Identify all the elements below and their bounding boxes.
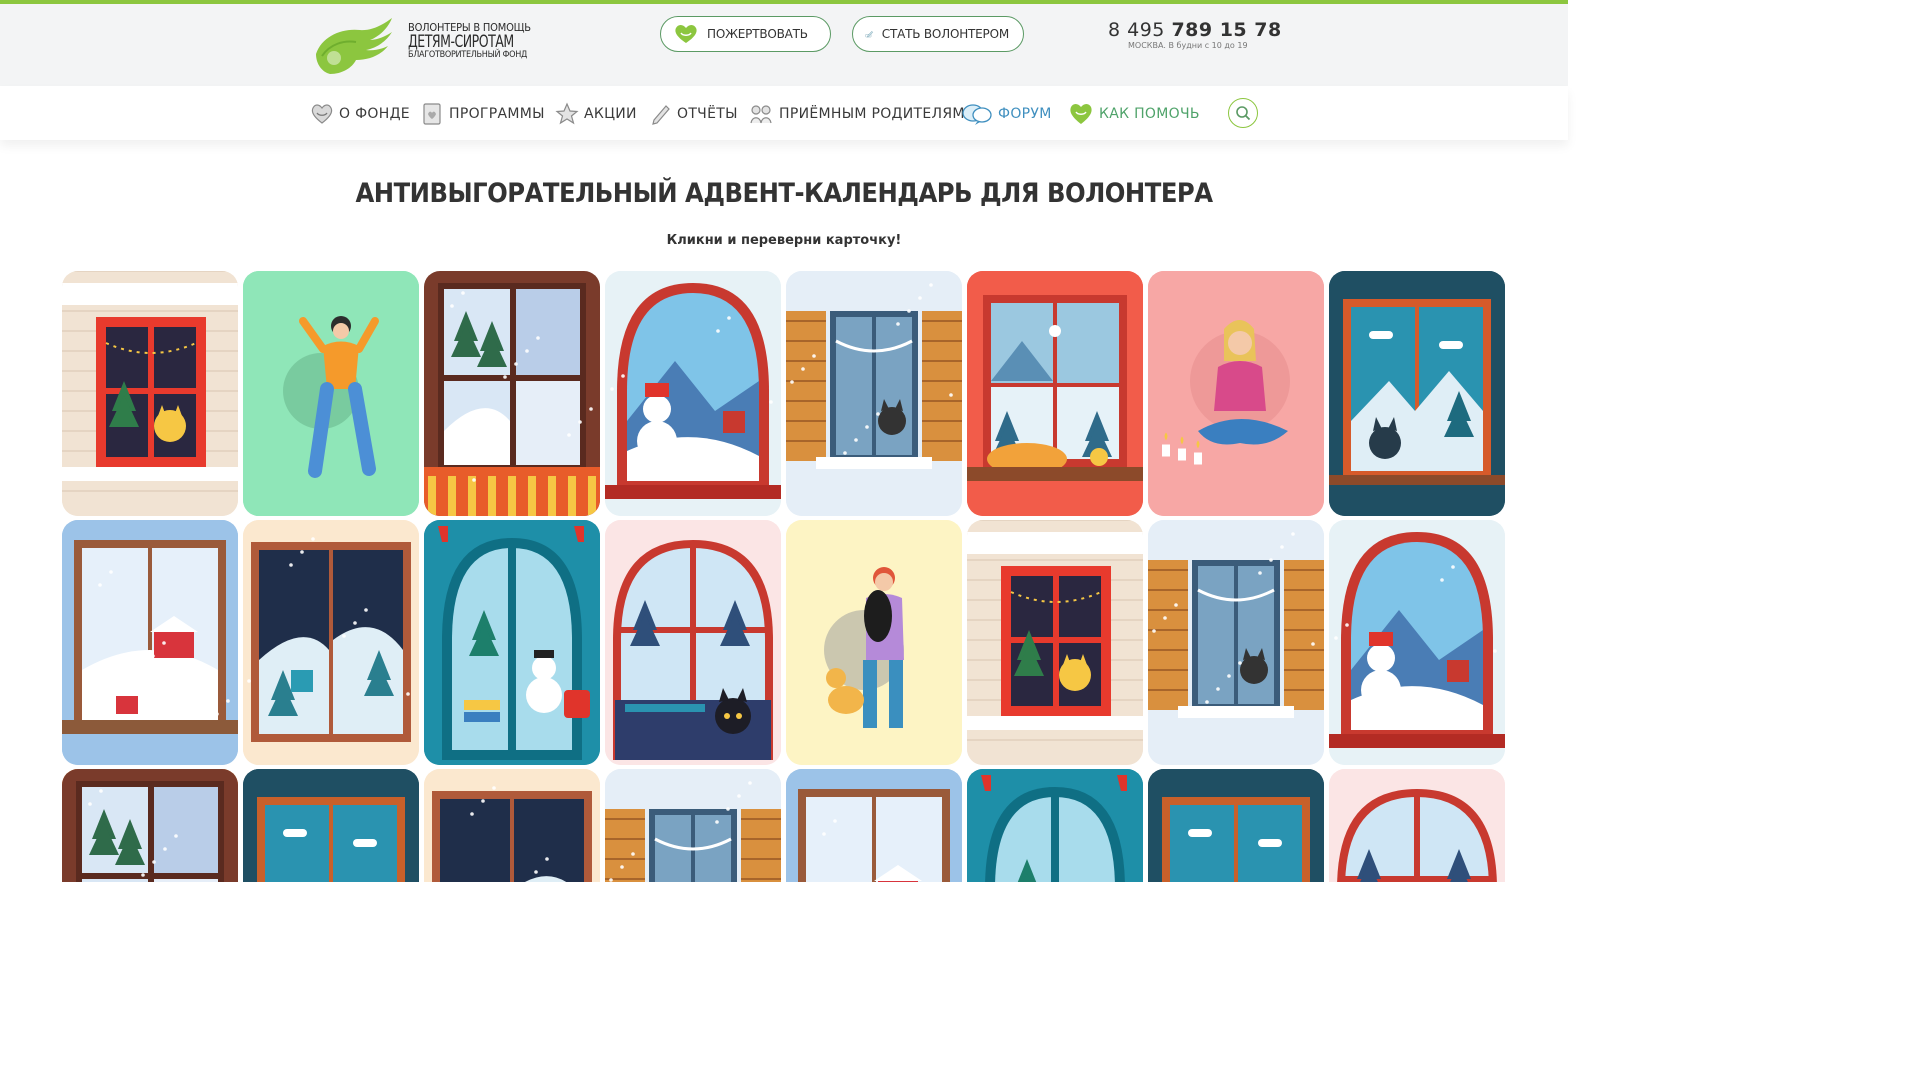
advent-card[interactable] [786, 271, 962, 516]
advent-card[interactable] [786, 520, 962, 765]
family-icon [750, 105, 772, 124]
nav-label: АКЦИИ [584, 106, 637, 122]
nav-label: ФОРУМ [998, 106, 1052, 122]
advent-card-illustration [605, 769, 781, 882]
phone-main: 789 15 78 [1171, 19, 1282, 41]
nav-label: ПРОГРАММЫ [449, 106, 545, 122]
donate-button[interactable]: ПОЖЕРТВОВАТЬ [660, 16, 831, 52]
heart-hands-icon [675, 25, 697, 43]
advent-card[interactable] [967, 271, 1143, 516]
advent-card[interactable] [786, 769, 962, 882]
site-header: ВОЛОНТЕРЫ В ПОМОЩЬ ДЕТЯМ-СИРОТАМ БЛАГОТВ… [0, 4, 1568, 86]
advent-card[interactable] [1148, 520, 1324, 765]
advent-card[interactable] [243, 520, 419, 765]
advent-card[interactable] [605, 520, 781, 765]
advent-card-illustration [243, 769, 419, 882]
chat-bubbles-icon [962, 104, 992, 125]
advent-card[interactable] [1329, 769, 1505, 882]
donate-label: ПОЖЕРТВОВАТЬ [707, 27, 808, 41]
advent-card-illustration [1329, 271, 1505, 516]
advent-card-illustration [424, 520, 600, 765]
advent-card[interactable] [424, 271, 600, 516]
advent-card-illustration [243, 271, 419, 516]
hands-logo-icon [316, 18, 392, 74]
pencil-icon [652, 105, 670, 125]
advent-card[interactable] [424, 769, 600, 882]
nav-label: ОТЧЁТЫ [677, 106, 738, 122]
logo-text: ВОЛОНТЕРЫ В ПОМОЩЬ ДЕТЯМ-СИРОТАМ БЛАГОТВ… [408, 22, 537, 61]
advent-card-illustration [967, 769, 1143, 882]
advent-card-illustration [786, 769, 962, 882]
advent-card-illustration [1148, 271, 1324, 516]
advent-calendar-grid [62, 271, 1508, 882]
heart-hands-icon [1070, 104, 1092, 124]
nav-label: ПРИЁМНЫМ РОДИТЕЛЯМ [779, 106, 965, 122]
nav-item-programs[interactable]: ПРОГРАММЫ [420, 102, 545, 126]
page-subtitle: Кликни и переверни карточку! [666, 233, 902, 248]
star-icon [555, 102, 579, 125]
phone-hours: МОСКВА. В будни с 10 до 19 [1128, 41, 1248, 50]
become-volunteer-button[interactable]: СТАТЬ ВОЛОНТЕРОМ [852, 16, 1024, 52]
document-icon [423, 103, 441, 125]
logo-line-3: БЛАГОТВОРИТЕЛЬНЫЙ ФОНД [408, 50, 528, 61]
nav-item-foster-parents[interactable]: ПРИЁМНЫМ РОДИТЕЛЯМ [748, 102, 965, 126]
advent-card[interactable] [1329, 520, 1505, 765]
advent-card-illustration [1148, 520, 1324, 765]
advent-card-illustration [967, 271, 1143, 516]
advent-card-illustration [786, 271, 962, 516]
advent-card-illustration [424, 769, 600, 882]
nav-item-reports[interactable]: ОТЧЁТЫ [650, 102, 738, 126]
page-title: АНТИВЫГОРАТЕЛЬНЫЙ АДВЕНТ-КАЛЕНДАРЬ ДЛЯ В… [355, 178, 1213, 209]
advent-card[interactable] [243, 769, 419, 882]
advent-card[interactable] [967, 520, 1143, 765]
logo[interactable]: ВОЛОНТЕРЫ В ПОМОЩЬ ДЕТЯМ-СИРОТАМ БЛАГОТВ… [312, 14, 531, 78]
nav-item-about[interactable]: О ФОНДЕ [310, 102, 410, 126]
advent-card-illustration [243, 520, 419, 765]
advent-card-illustration [967, 520, 1143, 765]
nav-label: КАК ПОМОЧЬ [1099, 106, 1200, 122]
pencil-icon [865, 31, 874, 38]
search-button[interactable] [1228, 98, 1258, 128]
advent-card[interactable] [1148, 271, 1324, 516]
advent-card[interactable] [1329, 271, 1505, 516]
advent-card[interactable] [605, 271, 781, 516]
advent-card[interactable] [424, 520, 600, 765]
become-volunteer-label: СТАТЬ ВОЛОНТЕРОМ [881, 27, 1009, 41]
advent-card-illustration [62, 520, 238, 765]
nav-item-actions[interactable]: АКЦИИ [555, 102, 637, 126]
nav-item-forum[interactable]: ФОРУМ [961, 102, 1052, 126]
nav-label: О ФОНДЕ [339, 106, 410, 122]
advent-card[interactable] [1148, 769, 1324, 882]
advent-card-illustration [1329, 520, 1505, 765]
advent-card[interactable] [967, 769, 1143, 882]
advent-card[interactable] [605, 769, 781, 882]
advent-card-illustration [424, 271, 600, 516]
advent-card[interactable] [62, 520, 238, 765]
advent-card-illustration [62, 271, 238, 516]
advent-card-illustration [605, 271, 781, 516]
heart-hands-icon [311, 104, 333, 124]
advent-card[interactable] [62, 271, 238, 516]
search-icon [1236, 106, 1251, 121]
advent-card-illustration [786, 520, 962, 765]
phone-number[interactable]: 8 495 789 15 78 [1108, 19, 1282, 41]
phone-prefix: 8 495 [1108, 19, 1172, 41]
advent-card-illustration [1329, 769, 1505, 882]
nav-item-how-to-help[interactable]: КАК ПОМОЧЬ [1068, 102, 1200, 126]
phone-block: 8 495 789 15 78 МОСКВА. В будни с 10 до … [1108, 19, 1282, 50]
main-nav: О ФОНДЕ ПРОГРАММЫ АКЦИИ ОТЧЁТЫ ПРИЁМНЫМ … [0, 86, 1568, 140]
advent-card[interactable] [243, 271, 419, 516]
advent-card-illustration [62, 769, 238, 882]
advent-card-illustration [605, 520, 781, 765]
advent-card[interactable] [62, 769, 238, 882]
logo-line-2: ДЕТЯМ-СИРОТАМ [408, 31, 514, 52]
advent-card-illustration [1148, 769, 1324, 882]
